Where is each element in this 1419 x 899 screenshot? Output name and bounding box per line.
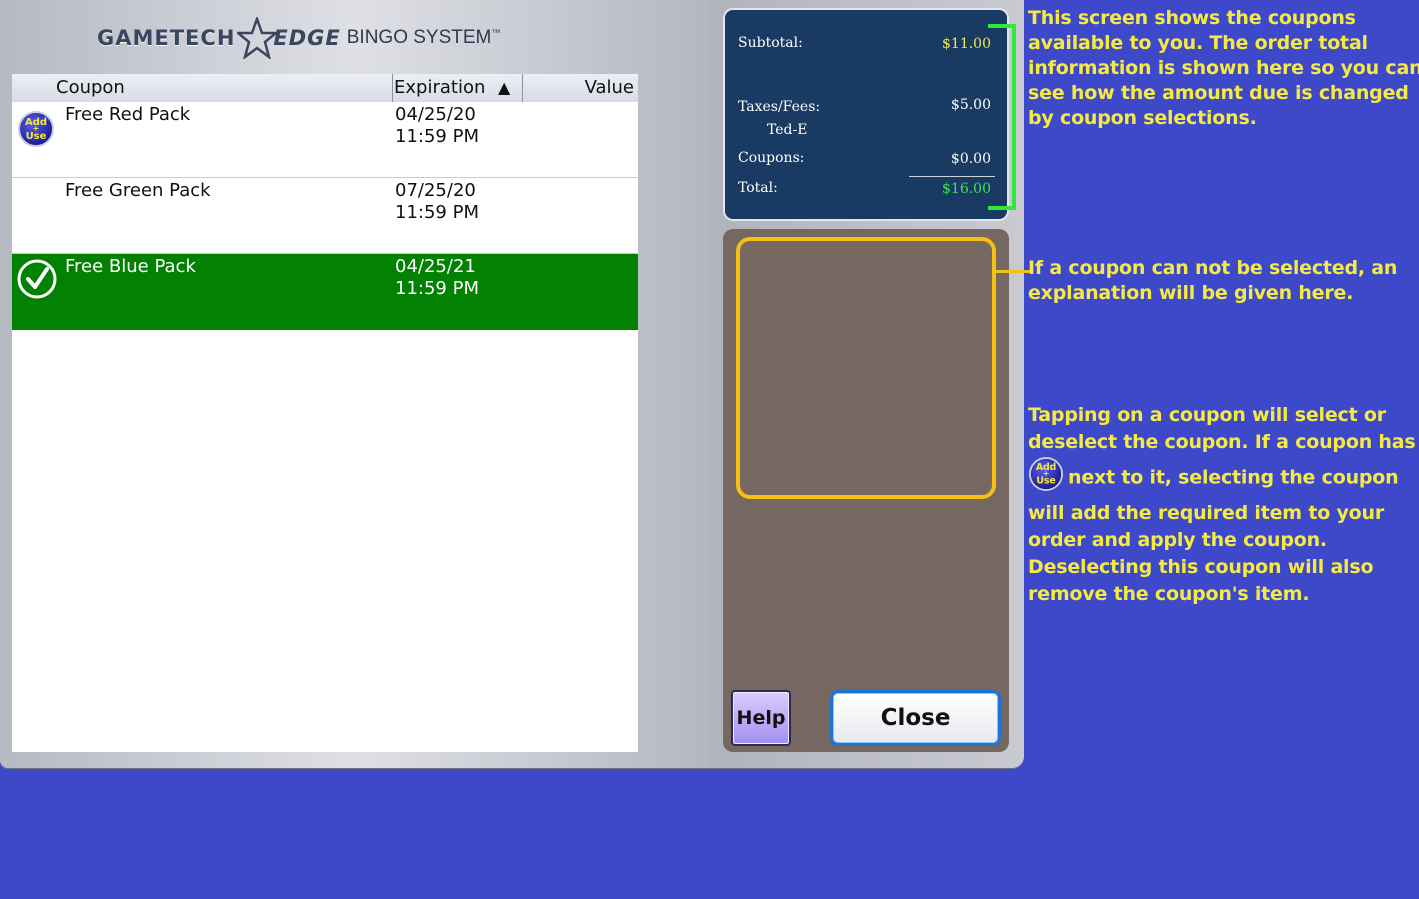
note-line: available to you. The order total bbox=[1028, 32, 1368, 54]
sort-ascending-icon: ▲ bbox=[498, 78, 511, 97]
annotation-explanation: If a coupon can not be selected, an expl… bbox=[1028, 256, 1419, 306]
coupons-label: Coupons: bbox=[738, 150, 805, 166]
star-icon bbox=[237, 17, 278, 59]
tax-item-label: Ted-E bbox=[767, 122, 808, 138]
add-use-icon-line3: Use bbox=[26, 131, 47, 142]
subtotal-value: $11.00 bbox=[942, 36, 991, 52]
gametech-edge-logo: GAMETECH EDGE BINGO SYSTEM™ bbox=[97, 16, 500, 60]
expiration-date: 07/25/20 bbox=[395, 180, 476, 201]
coupon-name: Free Blue Pack bbox=[65, 256, 196, 277]
total-divider bbox=[909, 176, 995, 177]
logo-edge-text: EDGE bbox=[273, 26, 341, 50]
total-label: Total: bbox=[738, 180, 778, 196]
note-line: Deselecting this coupon will also bbox=[1028, 556, 1374, 578]
column-divider bbox=[522, 74, 523, 102]
explanation-box bbox=[736, 237, 996, 499]
note-line: will add the required item to your bbox=[1028, 502, 1384, 524]
add-use-icon: Add + Use bbox=[1028, 456, 1064, 500]
note-line: deselect the coupon. If a coupon has bbox=[1028, 431, 1416, 453]
note-line: order and apply the coupon. bbox=[1028, 529, 1327, 551]
coupon-expiration: 04/25/20 11:59 PM bbox=[395, 104, 479, 148]
coupon-table: Coupon Expiration ▲ Value Add + Use Free… bbox=[12, 74, 638, 752]
expiration-date: 04/25/21 bbox=[395, 256, 476, 277]
taxes-fees-value: $5.00 bbox=[950, 97, 991, 113]
expiration-time: 11:59 PM bbox=[395, 278, 479, 299]
coupons-value: $0.00 bbox=[950, 151, 991, 167]
note-line: If a coupon can not be selected, an bbox=[1028, 257, 1398, 279]
checkmark-icon bbox=[16, 258, 58, 304]
total-value: $16.00 bbox=[942, 181, 991, 197]
coupon-expiration: 07/25/20 11:59 PM bbox=[395, 180, 479, 224]
note-line: Tapping on a coupon will select or bbox=[1028, 404, 1386, 426]
orange-pointer-line bbox=[996, 270, 1030, 273]
note-line: This screen shows the coupons bbox=[1028, 7, 1356, 29]
note-line: remove the coupon's item. bbox=[1028, 583, 1310, 605]
add-use-icon: Add + Use bbox=[17, 110, 55, 152]
annotation-order-total: This screen shows the coupons available … bbox=[1028, 6, 1419, 131]
taxes-fees-label: Taxes/Fees: bbox=[738, 99, 821, 115]
help-button[interactable]: Help bbox=[731, 690, 791, 746]
table-header: Coupon Expiration ▲ Value bbox=[12, 74, 638, 102]
expiration-date: 04/25/20 bbox=[395, 104, 476, 125]
coupon-row-free-green-pack[interactable]: Free Green Pack 07/25/20 11:59 PM bbox=[12, 178, 638, 254]
logo-trademark: ™ bbox=[491, 27, 501, 38]
coupon-name: Free Red Pack bbox=[65, 104, 191, 125]
logo-bingo-label: BINGO SYSTEM bbox=[346, 27, 492, 48]
order-total-summary: Subtotal: $11.00 Taxes/Fees: $5.00 Ted-E… bbox=[723, 8, 1009, 221]
coupon-row-free-blue-pack[interactable]: Free Blue Pack 04/25/21 11:59 PM bbox=[12, 254, 638, 330]
subtotal-label: Subtotal: bbox=[738, 35, 803, 51]
note-icon-suffix: next to it, selecting the coupon bbox=[1068, 466, 1399, 489]
coupon-name: Free Green Pack bbox=[65, 180, 211, 201]
column-divider bbox=[392, 74, 393, 102]
expiration-time: 11:59 PM bbox=[395, 126, 479, 147]
logo-bingo-system-text: BINGO SYSTEM™ bbox=[347, 27, 501, 49]
logo-gametech-text: GAMETECH bbox=[97, 26, 236, 50]
column-header-coupon[interactable]: Coupon bbox=[56, 74, 125, 102]
add-use-icon-line3: Use bbox=[1036, 475, 1055, 486]
note-line: see how the amount due is changed bbox=[1028, 82, 1409, 104]
annotation-tapping-coupons: Tapping on a coupon will select or desel… bbox=[1028, 402, 1419, 608]
note-line-with-icon: Add + Use next to it, selecting the coup… bbox=[1028, 456, 1419, 500]
column-header-expiration[interactable]: Expiration bbox=[394, 74, 485, 102]
green-bracket-marker bbox=[988, 24, 1016, 210]
close-button[interactable]: Close bbox=[830, 690, 1001, 746]
note-line: explanation will be given here. bbox=[1028, 282, 1354, 304]
expiration-time: 11:59 PM bbox=[395, 202, 479, 223]
note-line: information is shown here so you can bbox=[1028, 57, 1419, 79]
coupon-row-free-red-pack[interactable]: Add + Use Free Red Pack 04/25/20 11:59 PM bbox=[12, 102, 638, 178]
column-header-value[interactable]: Value bbox=[585, 74, 634, 102]
note-line: by coupon selections. bbox=[1028, 107, 1257, 129]
coupon-expiration: 04/25/21 11:59 PM bbox=[395, 256, 479, 300]
